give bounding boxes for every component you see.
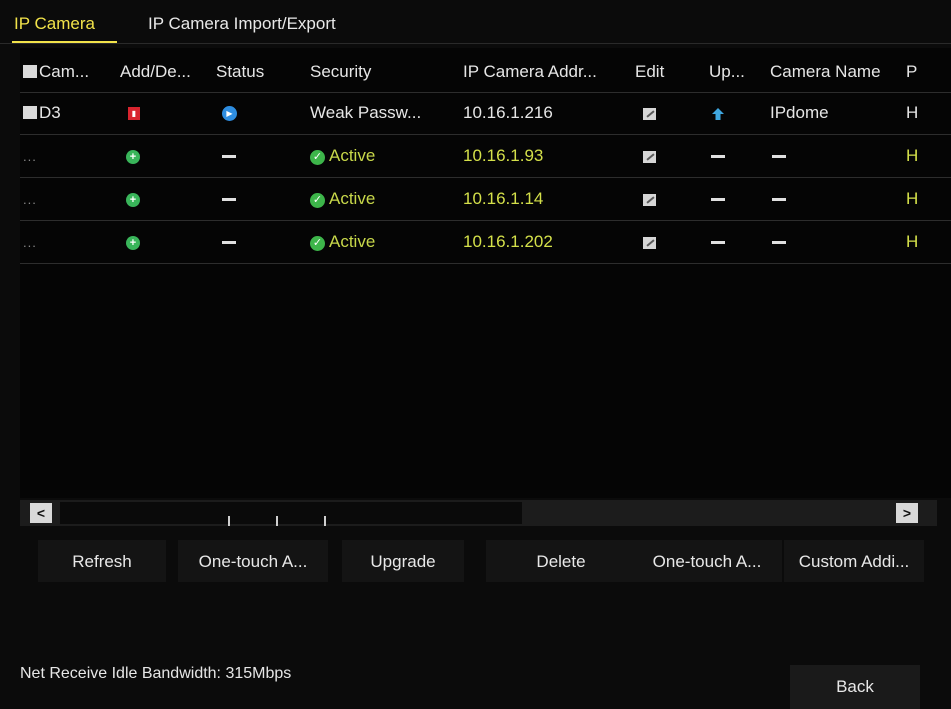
ip-address: 10.16.1.202 — [463, 232, 553, 251]
protocol: H — [906, 232, 919, 251]
camera-name-cell — [770, 135, 910, 177]
column-header-upgrade[interactable]: Up... — [709, 48, 769, 92]
upgrade-button[interactable]: Upgrade — [342, 540, 464, 582]
scrollbar-tick — [324, 516, 326, 526]
scroll-right-button[interactable]: > — [896, 503, 918, 523]
camera-name-dash — [772, 155, 786, 159]
add-icon[interactable]: + — [126, 149, 140, 164]
tab-bar: IP Camera IP Camera Import/Export — [0, 0, 951, 46]
status-cell: ▶ — [216, 92, 308, 134]
delete-button[interactable]: Delete — [486, 540, 636, 582]
camera-cell: ... — [23, 221, 123, 263]
upgrade-cell — [709, 92, 769, 134]
add-delete-cell: + — [120, 135, 215, 177]
column-header-security[interactable]: Security — [310, 48, 460, 92]
protocol: H — [906, 103, 919, 122]
camera-id: ... — [23, 192, 37, 207]
one-touch-activate-button[interactable]: One-touch A... — [178, 540, 328, 582]
camera-name-cell — [770, 178, 910, 220]
edit-cell — [635, 178, 695, 220]
ip-address: 10.16.1.216 — [463, 103, 553, 122]
security-status: ✓ Active — [310, 221, 460, 263]
camera-id: D3 — [39, 103, 61, 122]
column-header-camera[interactable]: Cam... — [23, 48, 123, 92]
column-header-edit[interactable]: Edit — [635, 48, 695, 92]
back-button[interactable]: Back — [790, 665, 920, 709]
upgrade-cell — [709, 178, 769, 220]
delete-icon[interactable]: ▮ — [128, 107, 140, 121]
camera-name-dash — [772, 198, 786, 202]
add-delete-cell: + — [120, 178, 215, 220]
upgrade-dash — [711, 155, 725, 159]
table-row[interactable]: ... + ✓ Active 10.16.1.93 H — [20, 135, 951, 178]
one-touch-adding-button[interactable]: One-touch A... — [632, 540, 782, 582]
table-header: Cam... Add/De... Status Security IP Came… — [20, 48, 951, 93]
column-header-ip-address[interactable]: IP Camera Addr... — [463, 48, 633, 92]
table-row[interactable]: ... + ✓ Active 10.16.1.14 H — [20, 178, 951, 221]
table-row[interactable]: D3 ▮ ▶ Weak Passw... 10.16.1.216 IPdome … — [20, 92, 951, 135]
scroll-left-button[interactable]: < — [30, 503, 52, 523]
column-header-protocol[interactable]: P — [906, 48, 951, 92]
bandwidth-status: Net Receive Idle Bandwidth: 315Mbps — [20, 665, 292, 682]
camera-id: ... — [23, 149, 37, 164]
edit-cell — [635, 221, 695, 263]
edit-cell — [635, 135, 695, 177]
scrollbar-tick — [228, 516, 230, 526]
upgrade-dash — [711, 198, 725, 202]
action-button-bar: Refresh One-touch A... Upgrade Delete On… — [0, 540, 951, 582]
camera-name-dash — [772, 241, 786, 245]
edit-cell — [635, 92, 695, 134]
row-checkbox[interactable] — [23, 106, 37, 119]
custom-adding-button[interactable]: Custom Addi... — [784, 540, 924, 582]
upgrade-cell — [709, 135, 769, 177]
status-dash — [222, 241, 236, 245]
add-icon[interactable]: + — [126, 192, 140, 207]
camera-name: IPdome — [770, 103, 829, 122]
table-row[interactable]: ... + ✓ Active 10.16.1.202 H — [20, 221, 951, 264]
security-status: ✓ Active — [310, 178, 460, 220]
add-delete-cell: + — [120, 221, 215, 263]
edit-icon[interactable] — [643, 193, 656, 206]
security-status: Weak Passw... — [310, 103, 422, 122]
tab-ip-camera[interactable]: IP Camera — [14, 14, 95, 34]
column-header-add-delete[interactable]: Add/De... — [120, 48, 215, 92]
camera-name-cell — [770, 221, 910, 263]
security-status: ✓ Active — [310, 135, 460, 177]
check-icon: ✓ — [310, 236, 325, 251]
tab-ip-camera-import-export[interactable]: IP Camera Import/Export — [148, 14, 336, 34]
add-delete-cell: ▮ — [120, 92, 215, 134]
check-icon: ✓ — [310, 193, 325, 208]
check-icon: ✓ — [310, 150, 325, 165]
edit-icon[interactable] — [643, 150, 656, 163]
scrollbar-tick — [276, 516, 278, 526]
column-header-camera-name[interactable]: Camera Name — [770, 48, 910, 92]
add-icon[interactable]: + — [126, 235, 140, 250]
camera-id: ... — [23, 235, 37, 250]
camera-table: Cam... Add/De... Status Security IP Came… — [20, 48, 951, 498]
upgrade-icon[interactable] — [711, 107, 725, 121]
status-cell — [216, 221, 308, 263]
play-icon[interactable]: ▶ — [222, 106, 237, 122]
ip-address: 10.16.1.14 — [463, 189, 544, 208]
scrollbar-thumb[interactable] — [60, 502, 522, 526]
edit-icon[interactable] — [643, 107, 656, 120]
camera-cell: D3 — [23, 92, 123, 134]
camera-cell: ... — [23, 178, 123, 220]
status-dash — [222, 155, 236, 159]
ip-address: 10.16.1.93 — [463, 146, 544, 165]
protocol: H — [906, 189, 919, 208]
protocol: H — [906, 146, 919, 165]
column-header-status[interactable]: Status — [216, 48, 308, 92]
select-all-checkbox[interactable] — [23, 65, 37, 78]
upgrade-dash — [711, 241, 725, 245]
horizontal-scrollbar[interactable]: < > — [20, 500, 937, 526]
upgrade-cell — [709, 221, 769, 263]
camera-cell: ... — [23, 135, 123, 177]
edit-icon[interactable] — [643, 236, 656, 249]
status-cell — [216, 178, 308, 220]
status-dash — [222, 198, 236, 202]
refresh-button[interactable]: Refresh — [38, 540, 166, 582]
status-cell — [216, 135, 308, 177]
tab-divider — [0, 43, 951, 44]
